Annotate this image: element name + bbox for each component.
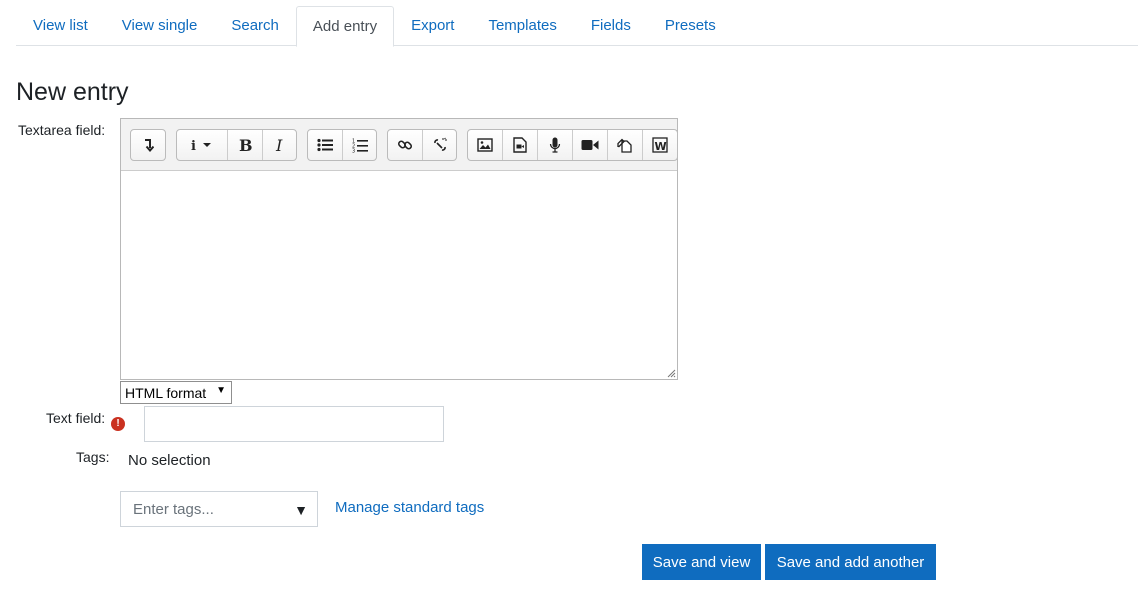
html-editor: i B I 123 W [120,118,678,380]
text-field-input[interactable] [144,406,444,442]
svg-text:W: W [654,140,666,153]
caret-down-icon: ▼ [216,385,226,396]
tab-search[interactable]: Search [214,6,296,46]
format-select[interactable]: HTML format ▼ [120,381,232,404]
media-icon[interactable] [503,130,538,160]
toolbar-group-collapse [130,129,166,161]
tab-presets[interactable]: Presets [648,6,733,46]
tab-add-entry[interactable]: Add entry [295,6,395,47]
unordered-list-icon[interactable] [308,130,343,160]
record-video-icon[interactable] [573,130,608,160]
textarea-field-label: Textarea field: [18,122,106,138]
link-icon[interactable] [388,130,423,160]
svg-text:I: I [275,137,283,153]
tab-view-single[interactable]: View single [105,6,215,46]
tags-input[interactable]: Enter tags... ▼ [120,491,318,527]
toolbar-group-lists: 123 [307,129,377,161]
paste-word-icon[interactable]: W [643,130,676,160]
text-field-label: Text field: [46,410,106,426]
resize-grip-icon[interactable] [666,368,676,378]
manage-standard-tags-link[interactable]: Manage standard tags [335,499,484,516]
tags-placeholder: Enter tags... [133,500,214,518]
italic-icon[interactable]: I [263,130,296,160]
toolbar-group-media: W [467,129,678,161]
svg-text:B: B [239,137,253,153]
tab-export[interactable]: Export [394,6,471,46]
collapse-icon[interactable] [131,130,165,160]
svg-text:i: i [191,139,196,152]
save-and-add-another-button[interactable]: Save and add another [765,544,936,580]
image-icon[interactable] [468,130,503,160]
bold-icon[interactable]: B [228,130,263,160]
dropdown-arrow-icon[interactable]: ▼ [294,502,308,518]
save-and-view-button[interactable]: Save and view [642,544,761,580]
tab-fields[interactable]: Fields [574,6,648,46]
ordered-list-icon[interactable]: 123 [343,130,376,160]
tab-view-list[interactable]: View list [16,6,105,46]
format-select-value: HTML format [125,384,207,401]
tags-selection: No selection [128,452,211,469]
unlink-icon[interactable] [423,130,456,160]
toolbar-group-style: i B I [176,129,297,161]
editor-content-area[interactable] [121,171,677,379]
toolbar-group-links [387,129,457,161]
page-title: New entry [16,78,129,106]
svg-text:3: 3 [352,148,355,153]
editor-toolbar: i B I 123 W [121,119,678,171]
info-style-icon[interactable]: i [177,130,228,160]
record-audio-icon[interactable] [538,130,573,160]
tags-label: Tags: [76,449,110,465]
tab-templates[interactable]: Templates [471,6,573,46]
required-icon: ! [111,417,125,431]
tab-bar: View list View single Search Add entry E… [16,6,1138,47]
manage-files-icon[interactable] [608,130,643,160]
